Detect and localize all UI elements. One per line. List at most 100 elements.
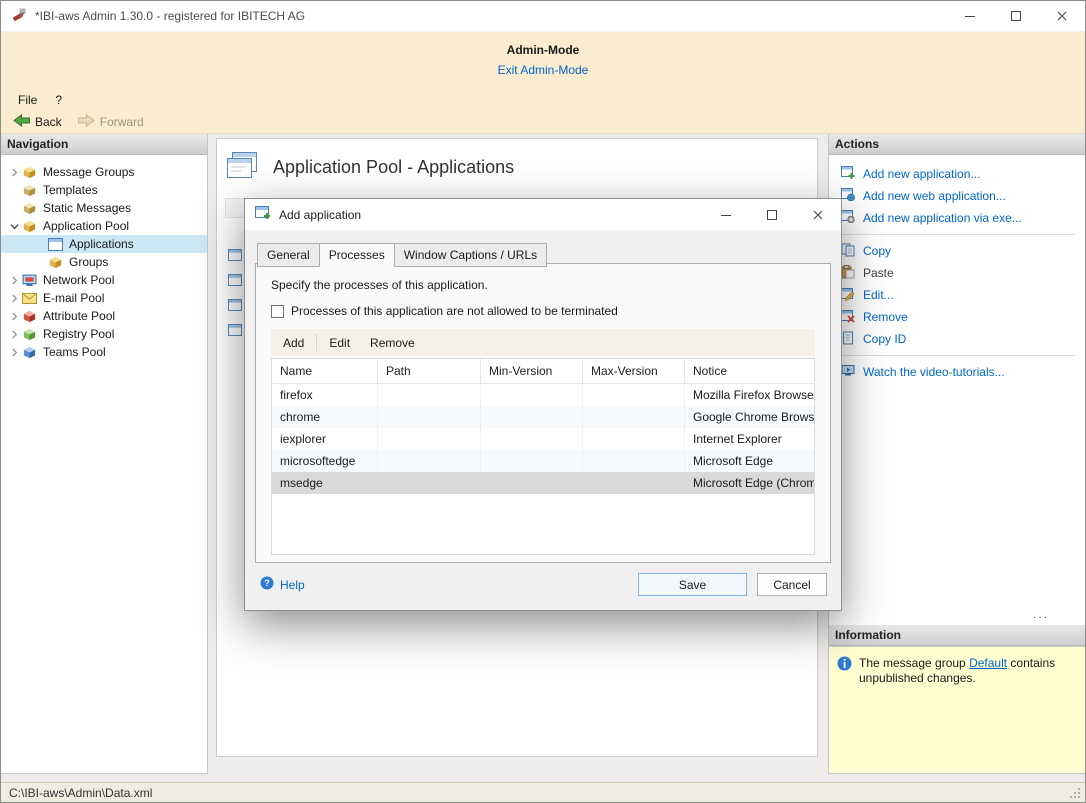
cell-notice: Google Chrome Browser <box>685 406 814 428</box>
application-row-icon <box>228 249 242 264</box>
chevron-right-icon[interactable] <box>6 294 22 303</box>
nav-item-applications[interactable]: Applications <box>1 235 207 253</box>
application-pool-icon <box>22 219 40 234</box>
menu-help[interactable]: ? <box>46 89 71 110</box>
nav-item-label: Message Groups <box>43 165 134 179</box>
action-remove[interactable]: Remove <box>829 306 1085 328</box>
action-copy-id[interactable]: Copy ID <box>829 328 1085 350</box>
save-button[interactable]: Save <box>638 573 747 596</box>
maximize-button[interactable] <box>993 1 1039 31</box>
nav-item-label: Applications <box>69 237 134 251</box>
chevron-right-icon[interactable] <box>6 330 22 339</box>
cell-name: iexplorer <box>272 428 378 450</box>
action-paste[interactable]: Paste <box>829 262 1085 284</box>
cell-max-version <box>583 406 685 428</box>
chevron-right-icon[interactable] <box>6 348 22 357</box>
chevron-right-icon[interactable] <box>6 168 22 177</box>
nav-item-static-messages[interactable]: Static Messages <box>1 199 207 217</box>
nav-item-templates[interactable]: Templates <box>1 181 207 199</box>
remove-process-button[interactable]: Remove <box>360 329 425 356</box>
table-row-firefox[interactable]: firefox Mozilla Firefox Browser <box>272 384 814 406</box>
tab-processes[interactable]: Processes <box>319 243 395 267</box>
nav-item-groups[interactable]: Groups <box>1 253 207 271</box>
back-button[interactable]: Back <box>13 114 62 130</box>
dialog-minimize-button[interactable] <box>703 199 749 230</box>
tab-window-captions-urls[interactable]: Window Captions / URLs <box>394 243 547 267</box>
nav-item-label: Attribute Pool <box>43 309 115 323</box>
dialog-window-controls <box>703 199 841 230</box>
add-web-application-icon <box>841 188 855 204</box>
resize-grip-icon[interactable] <box>1068 786 1081 799</box>
teams-pool-icon <box>22 345 40 360</box>
chevron-placeholder <box>6 204 22 213</box>
action-add-new-web-application[interactable]: Add new web application... <box>829 185 1085 207</box>
forward-label: Forward <box>100 115 144 129</box>
nav-toolbar: Back Forward <box>1 110 1085 134</box>
chevron-right-icon[interactable] <box>6 312 22 321</box>
information-section: Information The message group Default co… <box>829 625 1085 773</box>
action-add-new-application-via-exe[interactable]: Add new application via exe... <box>829 207 1085 229</box>
column-header-min-version[interactable]: Min-Version <box>481 359 583 383</box>
chevron-right-icon[interactable] <box>6 276 22 285</box>
nav-item-network-pool[interactable]: Network Pool <box>1 271 207 289</box>
action-watch-video-tutorials[interactable]: Watch the video-tutorials... <box>829 361 1085 383</box>
column-header-path[interactable]: Path <box>378 359 481 383</box>
action-label: Add new web application... <box>863 189 1006 203</box>
checkbox-unchecked[interactable] <box>271 305 284 318</box>
action-add-new-application[interactable]: Add new application... <box>829 163 1085 185</box>
action-label: Copy ID <box>863 332 906 346</box>
actions-list: Add new application... Add new web appli… <box>829 155 1085 383</box>
dialog-tabs: General Processes Window Captions / URLs <box>245 242 841 266</box>
back-label: Back <box>35 115 62 129</box>
application-row-icon <box>228 274 242 289</box>
content-title-row: Application Pool - Applications <box>217 139 817 182</box>
process-table-header-row: Name Path Min-Version Max-Version Notice <box>272 359 814 384</box>
dialog-maximize-button[interactable] <box>749 199 795 230</box>
column-header-name[interactable]: Name <box>272 359 378 383</box>
email-pool-icon <box>22 293 40 304</box>
exit-admin-mode-link[interactable]: Exit Admin-Mode <box>498 63 589 77</box>
cell-name: firefox <box>272 384 378 406</box>
nav-item-attribute-pool[interactable]: Attribute Pool <box>1 307 207 325</box>
column-header-notice[interactable]: Notice <box>685 359 814 383</box>
info-text-before: The message group <box>859 656 969 670</box>
cell-name: chrome <box>272 406 378 428</box>
table-row-chrome[interactable]: chrome Google Chrome Browser <box>272 406 814 428</box>
cell-name: msedge <box>272 472 378 494</box>
default-message-group-link[interactable]: Default <box>969 656 1007 670</box>
actions-header: Actions <box>829 134 1085 155</box>
add-application-icon <box>841 166 855 182</box>
edit-process-button[interactable]: Edit <box>319 329 360 356</box>
tab-general[interactable]: General <box>257 243 320 267</box>
chevron-placeholder <box>6 186 22 195</box>
copy-id-icon <box>841 331 855 348</box>
copy-icon <box>841 243 855 260</box>
terminate-not-allowed-checkbox-row[interactable]: Processes of this application are not al… <box>271 304 830 318</box>
nav-item-registry-pool[interactable]: Registry Pool <box>1 325 207 343</box>
close-button[interactable] <box>1039 1 1085 31</box>
chevron-down-icon[interactable] <box>6 222 22 231</box>
cancel-button[interactable]: Cancel <box>757 573 827 596</box>
cell-min-version <box>481 450 583 472</box>
forward-button[interactable]: Forward <box>78 114 144 130</box>
nav-item-application-pool[interactable]: Application Pool <box>1 217 207 235</box>
nav-item-email-pool[interactable]: E-mail Pool <box>1 289 207 307</box>
panel-splitter-handle[interactable]: ... <box>1033 607 1049 621</box>
dialog-close-button[interactable] <box>795 199 841 230</box>
video-tutorials-icon <box>841 364 855 380</box>
nav-item-message-groups[interactable]: Message Groups <box>1 163 207 181</box>
nav-item-teams-pool[interactable]: Teams Pool <box>1 343 207 361</box>
minimize-button[interactable] <box>947 1 993 31</box>
table-row-iexplorer[interactable]: iexplorer Internet Explorer <box>272 428 814 450</box>
table-row-msedge-selected[interactable]: msedge Microsoft Edge (Chrom... <box>272 472 814 494</box>
window-controls <box>947 1 1085 31</box>
cell-notice: Mozilla Firefox Browser <box>685 384 814 406</box>
processes-description: Specify the processes of this applicatio… <box>256 264 830 292</box>
action-copy[interactable]: Copy <box>829 240 1085 262</box>
action-edit[interactable]: Edit... <box>829 284 1085 306</box>
menu-file[interactable]: File <box>9 89 46 110</box>
help-link[interactable]: ? Help <box>260 576 305 593</box>
column-header-max-version[interactable]: Max-Version <box>583 359 685 383</box>
add-process-button[interactable]: Add <box>273 329 314 356</box>
table-row-microsoftedge[interactable]: microsoftedge Microsoft Edge <box>272 450 814 472</box>
